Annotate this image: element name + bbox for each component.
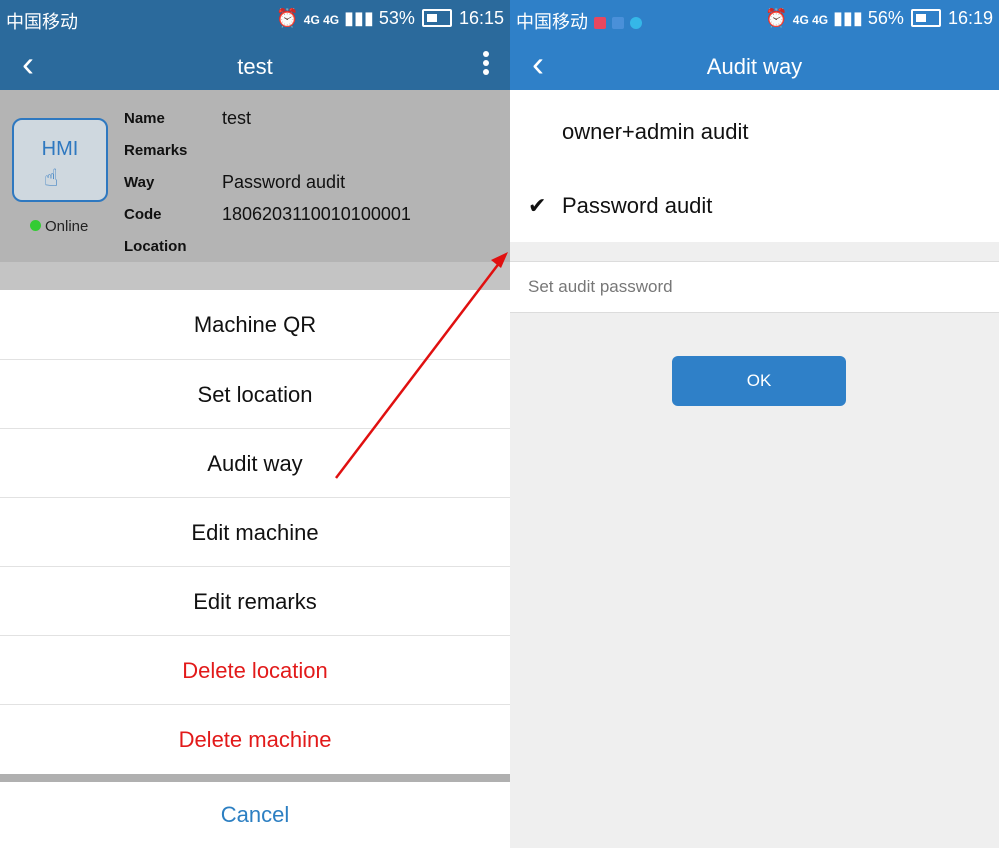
online-label: Online [45,218,89,235]
device-info: HMI ☝ Online Name test Remarks Way Passw… [0,90,510,262]
field-label-code: Code [124,206,162,223]
cancel-button[interactable]: Cancel [0,782,510,848]
status-bar: 中国移动 ⏰ 4G 4G ▮▮▮ 53% 16:15 [0,0,510,40]
field-value-way: Password audit [222,172,346,192]
field-value-name: test [222,108,252,128]
option-owner-admin-audit[interactable]: owner+admin audit [510,94,999,170]
carrier-label: 中国移动 [516,12,588,32]
menu-item-audit-way[interactable]: Audit way [0,428,510,498]
alarm-icon: ⏰ [276,8,299,28]
clock: 16:15 [458,8,504,28]
battery-percent: 53% [378,8,415,28]
more-options-icon[interactable] [482,51,490,78]
menu-item-edit-remarks[interactable]: Edit remarks [0,566,510,636]
field-label-way: Way [124,174,155,191]
field-label-location: Location [124,238,187,255]
field-label-remarks: Remarks [124,142,188,159]
online-status: Online [30,218,88,235]
option-password-audit[interactable]: ✔ Password audit [510,168,999,244]
status-right: ⏰ 4G 4G ▮▮▮ 53% 16:15 [276,8,504,29]
action-sheet: Machine QR Set location Audit way Edit m… [0,290,510,848]
app-bar: ‹ test [0,40,510,90]
battery-percent: 56% [867,8,904,28]
battery-icon [421,9,452,27]
menu-item-set-location[interactable]: Set location [0,359,510,429]
page-title: test [237,54,273,79]
page-title: Audit way [706,54,803,79]
app-bar: ‹ Audit way [510,40,999,90]
hmi-device-icon: HMI ☝ [12,118,108,202]
dimmed-strip [0,262,510,290]
sync-notification-icon [630,17,642,29]
hand-pointer-icon: ☝ [44,165,59,192]
menu-item-machine-qr[interactable]: Machine QR [0,290,510,359]
audit-password-input[interactable] [526,262,970,312]
clock: 16:19 [947,8,993,28]
audit-options: owner+admin audit ✔ Password audit [510,90,999,242]
message-notification-icon [612,17,624,29]
battery-icon [910,9,941,27]
carrier-label: 中国移动 [6,12,78,32]
ok-button[interactable]: OK [672,356,846,406]
status-right: ⏰ 4G 4G ▮▮▮ 56% 16:19 [765,8,993,29]
field-label-name: Name [124,110,165,127]
carrier-group: 中国移动 [516,8,642,34]
option-label: owner+admin audit [562,119,749,144]
menu-item-edit-machine[interactable]: Edit machine [0,497,510,567]
hmi-badge: HMI [41,138,79,160]
sheet-separator [0,774,510,782]
network-label: 4G 4G [303,13,340,27]
signal-icon: ▮▮▮ [344,8,374,28]
left-screen: 中国移动 ⏰ 4G 4G ▮▮▮ 53% 16:15 ‹ test HMI ☝ … [0,0,510,848]
menu-item-delete-location[interactable]: Delete location [0,635,510,705]
signal-icon: ▮▮▮ [833,8,863,28]
right-screen: 中国移动 ⏰ 4G 4G ▮▮▮ 56% 16:19 ‹ Audit way o… [510,0,999,848]
alarm-icon: ⏰ [765,8,788,28]
online-dot-icon [30,220,41,231]
network-label: 4G 4G [792,13,829,27]
app-notification-icon [594,17,606,29]
menu-item-delete-machine[interactable]: Delete machine [0,704,510,774]
status-bar: 中国移动 ⏰ 4G 4G ▮▮▮ 56% 16:19 [510,0,999,40]
checkmark-icon: ✔ [528,193,547,218]
password-row [510,261,999,313]
option-label: Password audit [562,193,713,218]
field-value-code: 1806203110010100001 [222,204,411,224]
